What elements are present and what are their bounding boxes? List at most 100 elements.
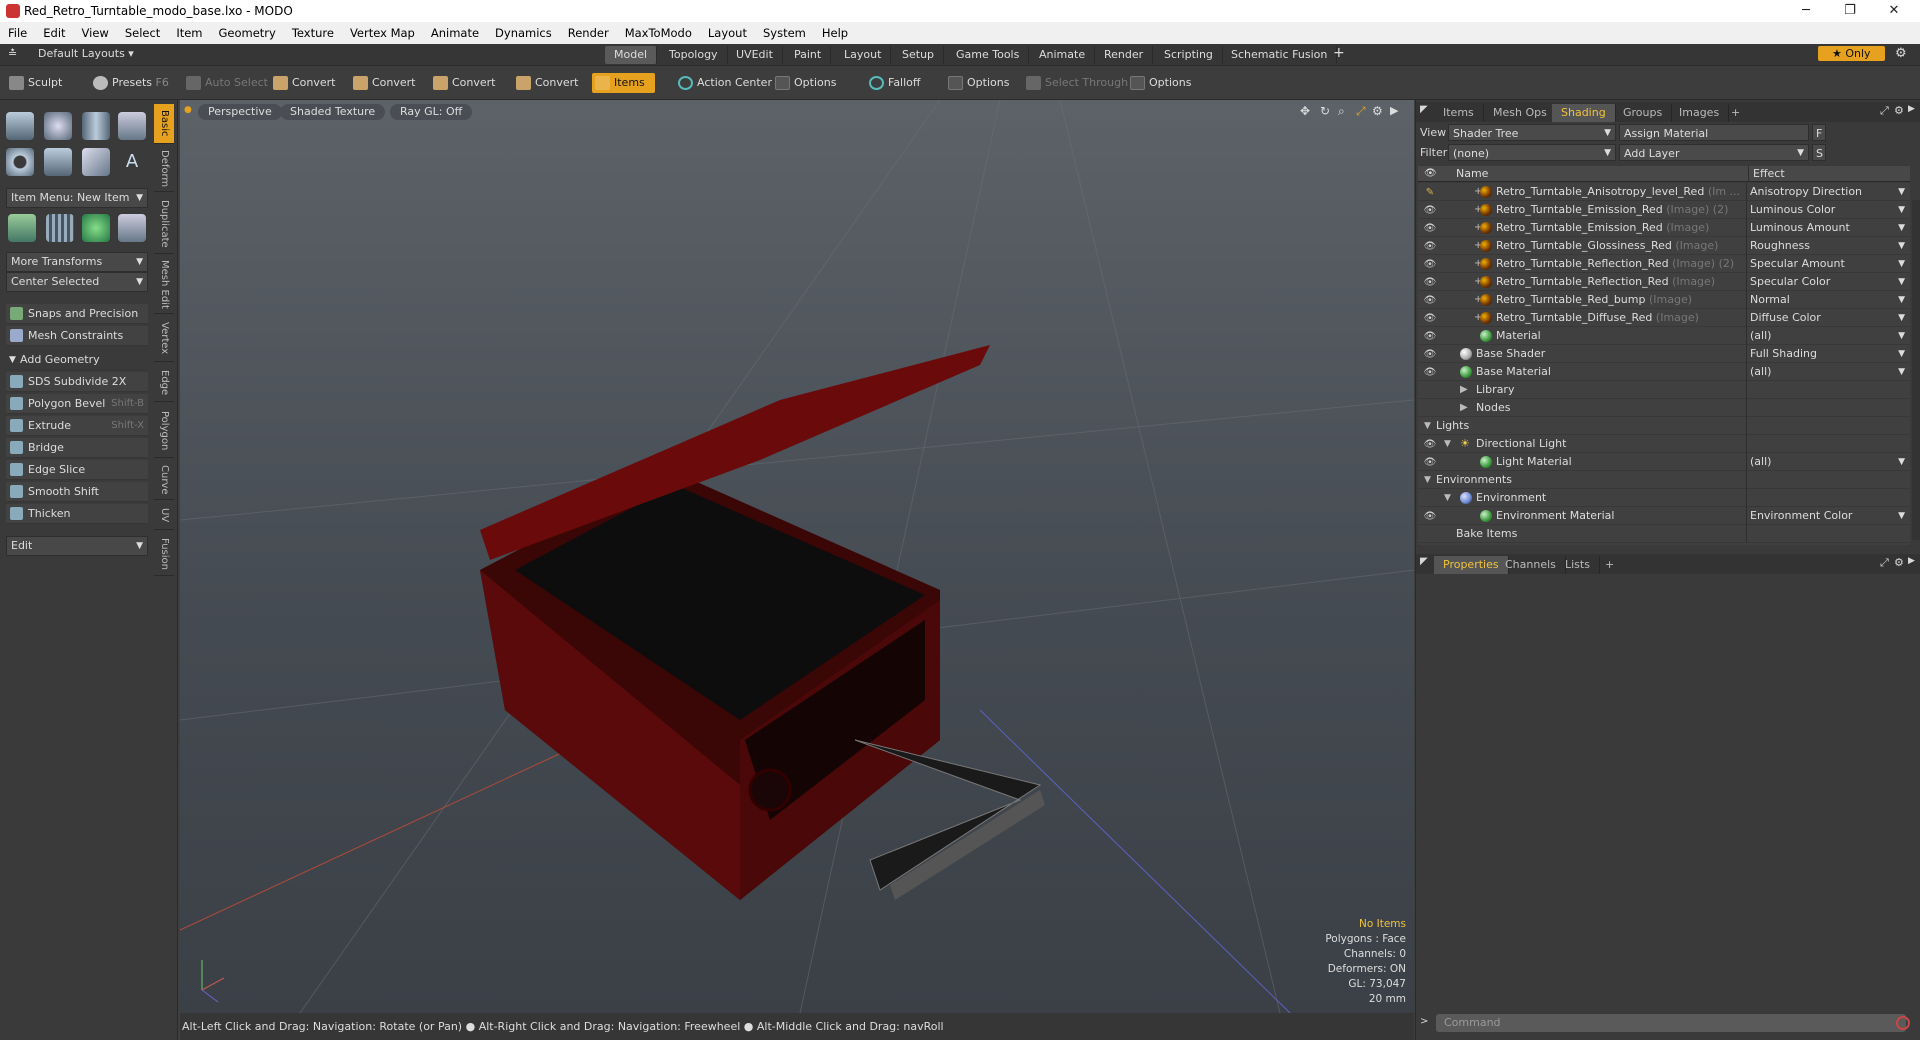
move-view-icon[interactable]: ✥	[1300, 104, 1310, 118]
tab-animate[interactable]: Animate	[1030, 46, 1096, 64]
tab-setup[interactable]: Setup	[893, 46, 945, 64]
vtab-basic[interactable]: Basic	[154, 104, 174, 144]
tube-icon[interactable]	[44, 148, 72, 176]
bridge-button[interactable]: Bridge	[6, 438, 148, 458]
convert-material-button[interactable]: Convert	[513, 73, 579, 93]
items-mode-button[interactable]: Items	[592, 73, 655, 93]
menu-animate[interactable]: Animate	[423, 22, 487, 44]
shader-tree-row[interactable]: ▶ Library	[1418, 381, 1910, 399]
menu-texture[interactable]: Texture	[284, 22, 342, 44]
collapse-triangle-icon[interactable]: ▼	[1444, 489, 1451, 507]
snaps-and-precision-button[interactable]: Snaps and Precision	[6, 304, 148, 324]
locator-icon[interactable]	[8, 214, 36, 242]
tree-scrollbar[interactable]	[1912, 200, 1920, 540]
auto-select-button[interactable]: Auto Select	[183, 73, 268, 93]
shader-tree-row[interactable]: 👁 Material (all) ▼	[1418, 327, 1910, 345]
eye-icon[interactable]: 👁	[1422, 328, 1438, 344]
vtab-uv[interactable]: UV	[154, 502, 174, 530]
eye-icon[interactable]: 👁	[1422, 202, 1438, 218]
sculpt-button[interactable]: Sculpt	[6, 73, 62, 93]
shader-tree-row[interactable]: ✎ + Retro_Turntable_Anisotropy_level_Red (…	[1418, 183, 1910, 201]
tab-lists[interactable]: Lists	[1556, 556, 1600, 574]
gear-icon[interactable]: ⚙	[1895, 46, 1907, 61]
effect-cell[interactable]: Anisotropy Direction ▼	[1746, 183, 1910, 201]
shader-tree-row[interactable]: 👁 + Retro_Turntable_Emission_Red (Image) Lu…	[1418, 219, 1910, 237]
more-transforms-dropdown[interactable]: More Transforms ▼	[6, 252, 148, 272]
viewport-settings-icon[interactable]: ⚙	[1372, 104, 1383, 118]
shader-tree-row[interactable]: 👁 + Retro_Turntable_Glossiness_Red (Image)…	[1418, 237, 1910, 255]
smooth-shift-button[interactable]: Smooth Shift	[6, 482, 148, 502]
eye-icon[interactable]: 👁	[1422, 346, 1438, 362]
eye-icon[interactable]: 👁	[1422, 238, 1438, 254]
tab-images[interactable]: Images	[1670, 104, 1730, 122]
shader-tree-row[interactable]: 👁 Environment Material Environment Color ▼	[1418, 507, 1910, 525]
effect-cell[interactable]: Full Shading ▼	[1746, 345, 1910, 363]
menu-help[interactable]: Help	[814, 22, 856, 44]
panel-menu-icon[interactable]: ◤	[1420, 556, 1428, 567]
action-center-button[interactable]: Action Center	[675, 73, 772, 93]
convert-edge-button[interactable]: Convert	[350, 73, 416, 93]
viewport-menu-icon[interactable]: ▶	[1390, 104, 1398, 117]
shader-tree-row[interactable]: 👁 + Retro_Turntable_Reflection_Red (Image)…	[1418, 255, 1910, 273]
eye-icon[interactable]: 👁	[1422, 274, 1438, 290]
tab-shading[interactable]: Shading	[1552, 104, 1616, 122]
tab-scripting[interactable]: Scripting	[1155, 46, 1223, 64]
presets-button[interactable]: Presets F6	[90, 73, 169, 93]
brush-icon[interactable]: ✎	[1422, 184, 1438, 200]
effect-cell[interactable]: Normal ▼	[1746, 291, 1910, 309]
add-tab-button[interactable]: +	[1333, 45, 1345, 61]
cube-icon[interactable]	[6, 112, 34, 140]
raygl-button[interactable]: Ray GL: Off	[390, 104, 473, 120]
polygon-bevel-button[interactable]: Polygon Bevel Shift-B	[6, 394, 148, 414]
shader-tree-row[interactable]: 👁 Base Shader Full Shading ▼	[1418, 345, 1910, 363]
effect-cell[interactable]: Luminous Amount ▼	[1746, 219, 1910, 237]
menu-edit[interactable]: Edit	[35, 22, 73, 44]
shader-tree-row[interactable]: 👁 + Retro_Turntable_Emission_Red (Image) (…	[1418, 201, 1910, 219]
convert-polygon-button[interactable]: Convert	[430, 73, 496, 93]
vtab-fusion[interactable]: Fusion	[154, 532, 174, 576]
fit-view-icon[interactable]: ⤢	[1356, 104, 1366, 119]
expand-panel-icon[interactable]: ⤢	[1880, 556, 1889, 570]
falloff-button[interactable]: Falloff	[866, 73, 920, 93]
eye-icon[interactable]: 👁	[1422, 508, 1438, 524]
panel-more-icon[interactable]: ▶	[1908, 556, 1915, 566]
shader-tree-row[interactable]: ▼ Environments	[1418, 471, 1910, 489]
zoom-view-icon[interactable]: ⌕	[1338, 104, 1345, 119]
menu-maxtomodo[interactable]: MaxToModo	[617, 22, 700, 44]
tab-uvedit[interactable]: UVEdit	[727, 46, 783, 64]
tab-paint[interactable]: Paint	[785, 46, 832, 64]
globe-icon[interactable]	[82, 214, 110, 242]
vtab-deform[interactable]: Deform	[154, 146, 174, 192]
shader-tree-row[interactable]: ▶ Nodes	[1418, 399, 1910, 417]
shader-tree-row[interactable]: 👁 ▼ ☀ Directional Light	[1418, 435, 1910, 453]
shader-tree-row[interactable]: 👁 + Retro_Turntable_Red_bump (Image) Normal…	[1418, 291, 1910, 309]
assign-material-button[interactable]: Assign Material	[1619, 124, 1809, 141]
collapse-triangle-icon[interactable]: ▼	[1424, 417, 1431, 435]
shader-tree-row[interactable]: 👁 Base Material (all) ▼	[1418, 363, 1910, 381]
add-layer-dropdown[interactable]: Add Layer ▼	[1619, 144, 1809, 161]
menu-file[interactable]: File	[0, 22, 35, 44]
eye-icon[interactable]: 👁	[1422, 436, 1438, 452]
effect-cell[interactable]: Environment Color ▼	[1746, 507, 1910, 525]
shader-tree-row[interactable]: Bake Items	[1418, 525, 1910, 543]
cone-icon[interactable]	[118, 112, 146, 140]
add-geometry-header[interactable]: ▼ Add Geometry	[6, 350, 148, 370]
tab-schematic-fusion[interactable]: Schematic Fusion	[1222, 46, 1338, 64]
name-column-header[interactable]: Name	[1456, 166, 1488, 182]
vtab-vertex[interactable]: Vertex	[154, 316, 174, 362]
effect-cell[interactable]: Luminous Color ▼	[1746, 201, 1910, 219]
eye-icon[interactable]: 👁	[1422, 220, 1438, 236]
shader-tree-row[interactable]: ▼ Lights	[1418, 417, 1910, 435]
panel-settings-icon[interactable]: ⚙	[1894, 104, 1904, 117]
falloff-options-button[interactable]: Options	[945, 73, 1009, 93]
sds-subdivide-button[interactable]: SDS Subdivide 2X	[6, 372, 148, 392]
tab-mesh-ops[interactable]: Mesh Ops	[1484, 104, 1557, 122]
tab-render[interactable]: Render	[1095, 46, 1154, 64]
menu-layout[interactable]: Layout	[700, 22, 755, 44]
command-input[interactable]: Command	[1436, 1014, 1906, 1032]
eye-icon[interactable]: 👁	[1422, 256, 1438, 272]
collapse-triangle-icon[interactable]: ▼	[1444, 435, 1451, 453]
eye-icon[interactable]: 👁	[1422, 292, 1438, 308]
collapse-triangle-icon[interactable]: ▼	[1424, 471, 1431, 489]
panel-more-icon[interactable]: ▶	[1908, 104, 1915, 114]
